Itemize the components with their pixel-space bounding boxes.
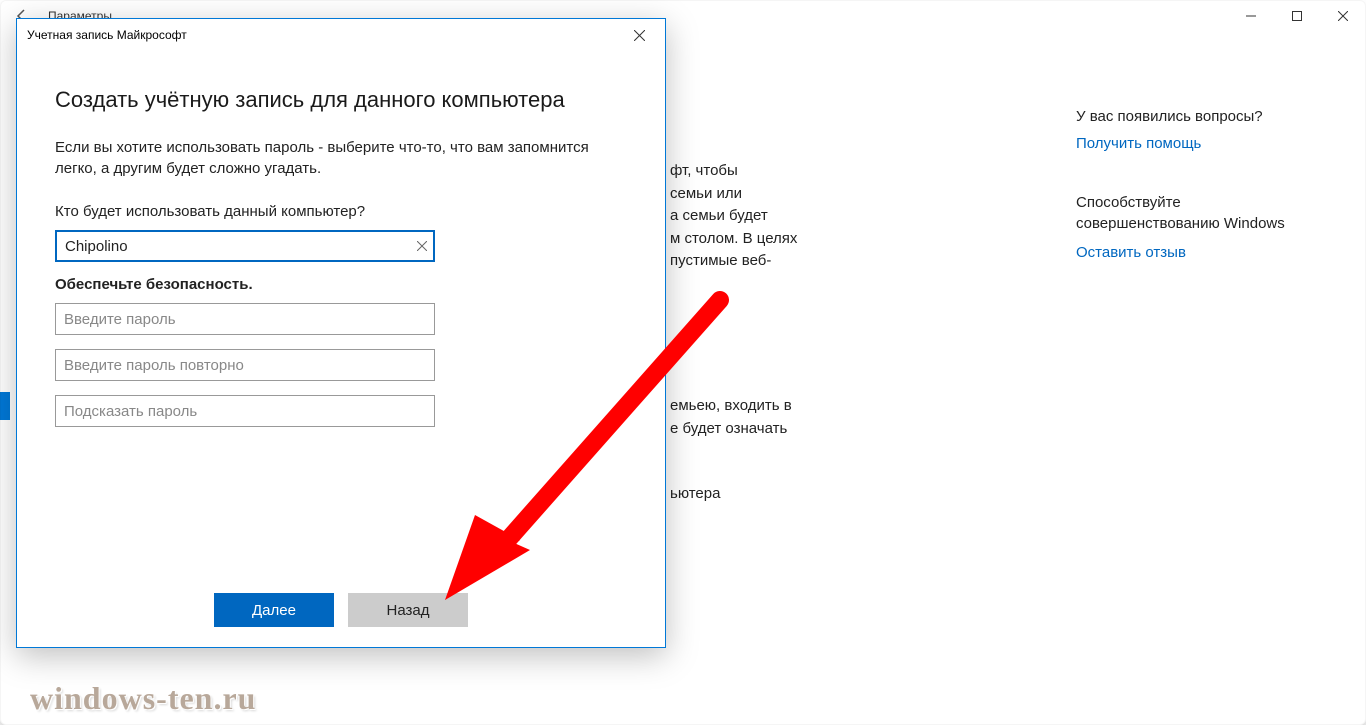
dialog-close-button[interactable] xyxy=(619,21,659,49)
side-panel: У вас появились вопросы? Получить помощь… xyxy=(1076,108,1316,301)
get-help-link[interactable]: Получить помощь xyxy=(1076,135,1316,152)
password-confirm-input[interactable] xyxy=(55,349,435,381)
password-hint-input[interactable] xyxy=(55,395,435,427)
bg-text-block-1: фт, чтобы семьи или а семьи будет м стол… xyxy=(670,160,797,273)
dialog-titlebar: Учетная запись Майкрософт xyxy=(17,19,665,51)
username-input[interactable] xyxy=(55,230,435,262)
close-icon xyxy=(634,30,645,41)
dialog-title: Учетная запись Майкрософт xyxy=(27,28,187,42)
window-controls xyxy=(1228,0,1366,32)
bg-text-block-2: емьею, входить в е будет означать xyxy=(670,395,792,440)
close-window-button[interactable] xyxy=(1320,0,1366,32)
secure-label: Обеспечьте безопасность. xyxy=(55,276,627,293)
create-account-dialog: Учетная запись Майкрософт Создать учётну… xyxy=(16,18,666,648)
who-label: Кто будет использовать данный компьютер? xyxy=(55,203,627,220)
back-button[interactable]: Назад xyxy=(348,593,468,627)
minimize-button[interactable] xyxy=(1228,0,1274,32)
maximize-button[interactable] xyxy=(1274,0,1320,32)
dialog-body: Создать учётную запись для данного компь… xyxy=(17,51,665,427)
password-input[interactable] xyxy=(55,303,435,335)
watermark-text: windows-ten.ru xyxy=(30,680,256,717)
dialog-heading: Создать учётную запись для данного компь… xyxy=(55,87,627,113)
sidebar-active-indicator xyxy=(0,392,10,420)
dialog-description: Если вы хотите использовать пароль - выб… xyxy=(55,137,627,179)
side-contribute: Способствуйте совершенствованию Windows xyxy=(1076,192,1316,234)
side-question: У вас появились вопросы? xyxy=(1076,108,1316,125)
dialog-footer: Далее Назад xyxy=(17,573,665,647)
feedback-link[interactable]: Оставить отзыв xyxy=(1076,244,1316,261)
clear-input-icon[interactable] xyxy=(417,238,427,254)
bg-text-block-3: ьютера xyxy=(670,485,720,502)
next-button[interactable]: Далее xyxy=(214,593,334,627)
